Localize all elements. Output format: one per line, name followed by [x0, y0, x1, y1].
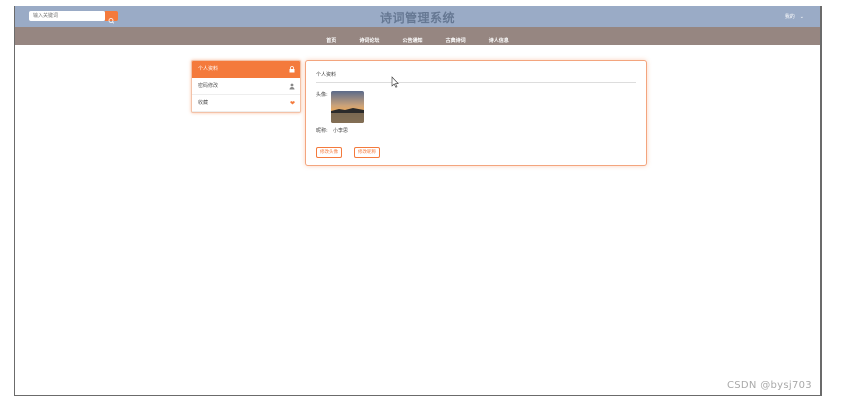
app-title: 诗词管理系统 [379, 11, 455, 25]
divider [316, 82, 636, 83]
nav-item-announcements[interactable]: 公告通知 [402, 32, 422, 50]
sidebar-item-label: 密码修改 [198, 83, 219, 89]
person-icon [289, 78, 295, 95]
heart-icon: ❤ [289, 100, 295, 107]
nickname-label: 昵称: [316, 128, 328, 134]
nav-item-home[interactable]: 首页 [326, 32, 336, 50]
nickname-value: 小李思 [333, 128, 349, 134]
nav-item-poets[interactable]: 诗人信息 [489, 32, 509, 50]
lock-icon [289, 61, 295, 78]
top-header: 诗词管理系统 我的 ⌄ [15, 6, 820, 27]
watermark-text: CSDN @bysj703 [727, 380, 812, 391]
user-menu[interactable]: 我的 ⌄ [785, 13, 804, 20]
avatar-label: 头像: [316, 92, 328, 98]
sidebar-item-profile[interactable]: 个人资料 [192, 61, 300, 78]
chevron-down-icon: ⌄ [799, 14, 804, 20]
sidebar-item-label: 收藏 [198, 100, 209, 106]
change-nickname-button[interactable]: 修改昵称 [354, 147, 380, 158]
sidebar-item-password[interactable]: 密码修改 [192, 78, 300, 95]
app-window: 诗词管理系统 我的 ⌄ 首页 诗词论坛 公告通知 古典诗词 诗人信息 个人资料 密… [14, 6, 822, 396]
user-menu-label: 我的 [784, 14, 795, 20]
mouse-cursor-icon [391, 76, 399, 88]
sidebar-menu: 个人资料 密码修改 收藏 ❤ [191, 60, 301, 113]
panel-title: 个人资料 [316, 72, 337, 78]
sidebar-item-label: 个人资料 [198, 66, 219, 72]
nav-item-forum[interactable]: 诗词论坛 [359, 32, 379, 50]
avatar [331, 91, 364, 123]
nav-item-classical-poems[interactable]: 古典诗词 [446, 32, 466, 50]
profile-panel: 个人资料 头像: 昵称: 小李思 修改头像 修改昵称 [305, 60, 647, 166]
main-nav: 首页 诗词论坛 公告通知 古典诗词 诗人信息 [15, 27, 820, 45]
change-avatar-button[interactable]: 修改头像 [316, 147, 342, 158]
sidebar-item-favorites[interactable]: 收藏 ❤ [192, 95, 300, 112]
